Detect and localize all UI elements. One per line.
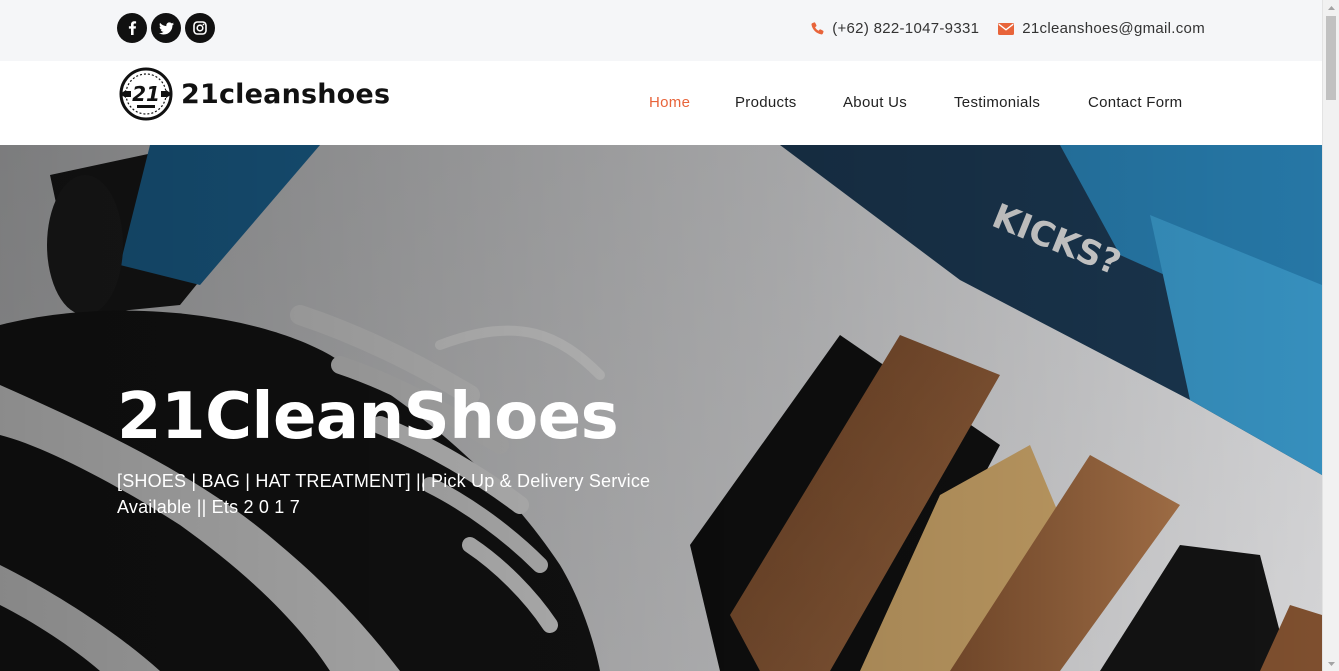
contact-info: (+62) 822-1047-9331 21cleanshoes@gmail.c… [811,20,1205,37]
phone-item: (+62) 822-1047-9331 [811,20,979,37]
email-address[interactable]: 21cleanshoes@gmail.com [1022,20,1205,37]
instagram-link[interactable] [185,13,215,43]
nav-testimonials[interactable]: Testimonials [954,94,1040,111]
main-nav: Home Products About Us Testimonials Cont… [0,94,1322,114]
envelope-icon [998,22,1015,35]
instagram-icon [193,21,207,35]
chevron-down-icon [1328,661,1335,666]
nav-products[interactable]: Products [735,94,797,111]
twitter-link[interactable] [151,13,181,43]
hero-section: KICKS? 21CleanShoes [SHOES | BAG | HAT T… [0,145,1322,671]
hero-subtitle: [SHOES | BAG | HAT TREATMENT] || Pick Up… [117,471,651,517]
phone-number[interactable]: (+62) 822-1047-9331 [832,20,979,37]
nav-contact-form[interactable]: Contact Form [1088,94,1182,111]
top-bar: (+62) 822-1047-9331 21cleanshoes@gmail.c… [0,0,1322,61]
facebook-icon [128,21,137,35]
nav-about-us[interactable]: About Us [843,94,907,111]
scroll-thumb[interactable] [1326,16,1336,100]
facebook-link[interactable] [117,13,147,43]
scroll-up-arrow[interactable] [1323,0,1339,15]
email-item: 21cleanshoes@gmail.com [998,20,1205,37]
hero-title: 21CleanShoes [117,380,619,454]
chevron-up-icon [1328,5,1335,10]
nav-home[interactable]: Home [649,94,690,111]
page-scrollbar[interactable] [1322,0,1339,671]
site-header: 21 21cleanshoes Home Products About Us T… [0,61,1322,145]
twitter-icon [158,21,174,34]
scroll-down-arrow[interactable] [1323,656,1339,671]
phone-icon [811,22,824,35]
social-links [117,13,215,43]
